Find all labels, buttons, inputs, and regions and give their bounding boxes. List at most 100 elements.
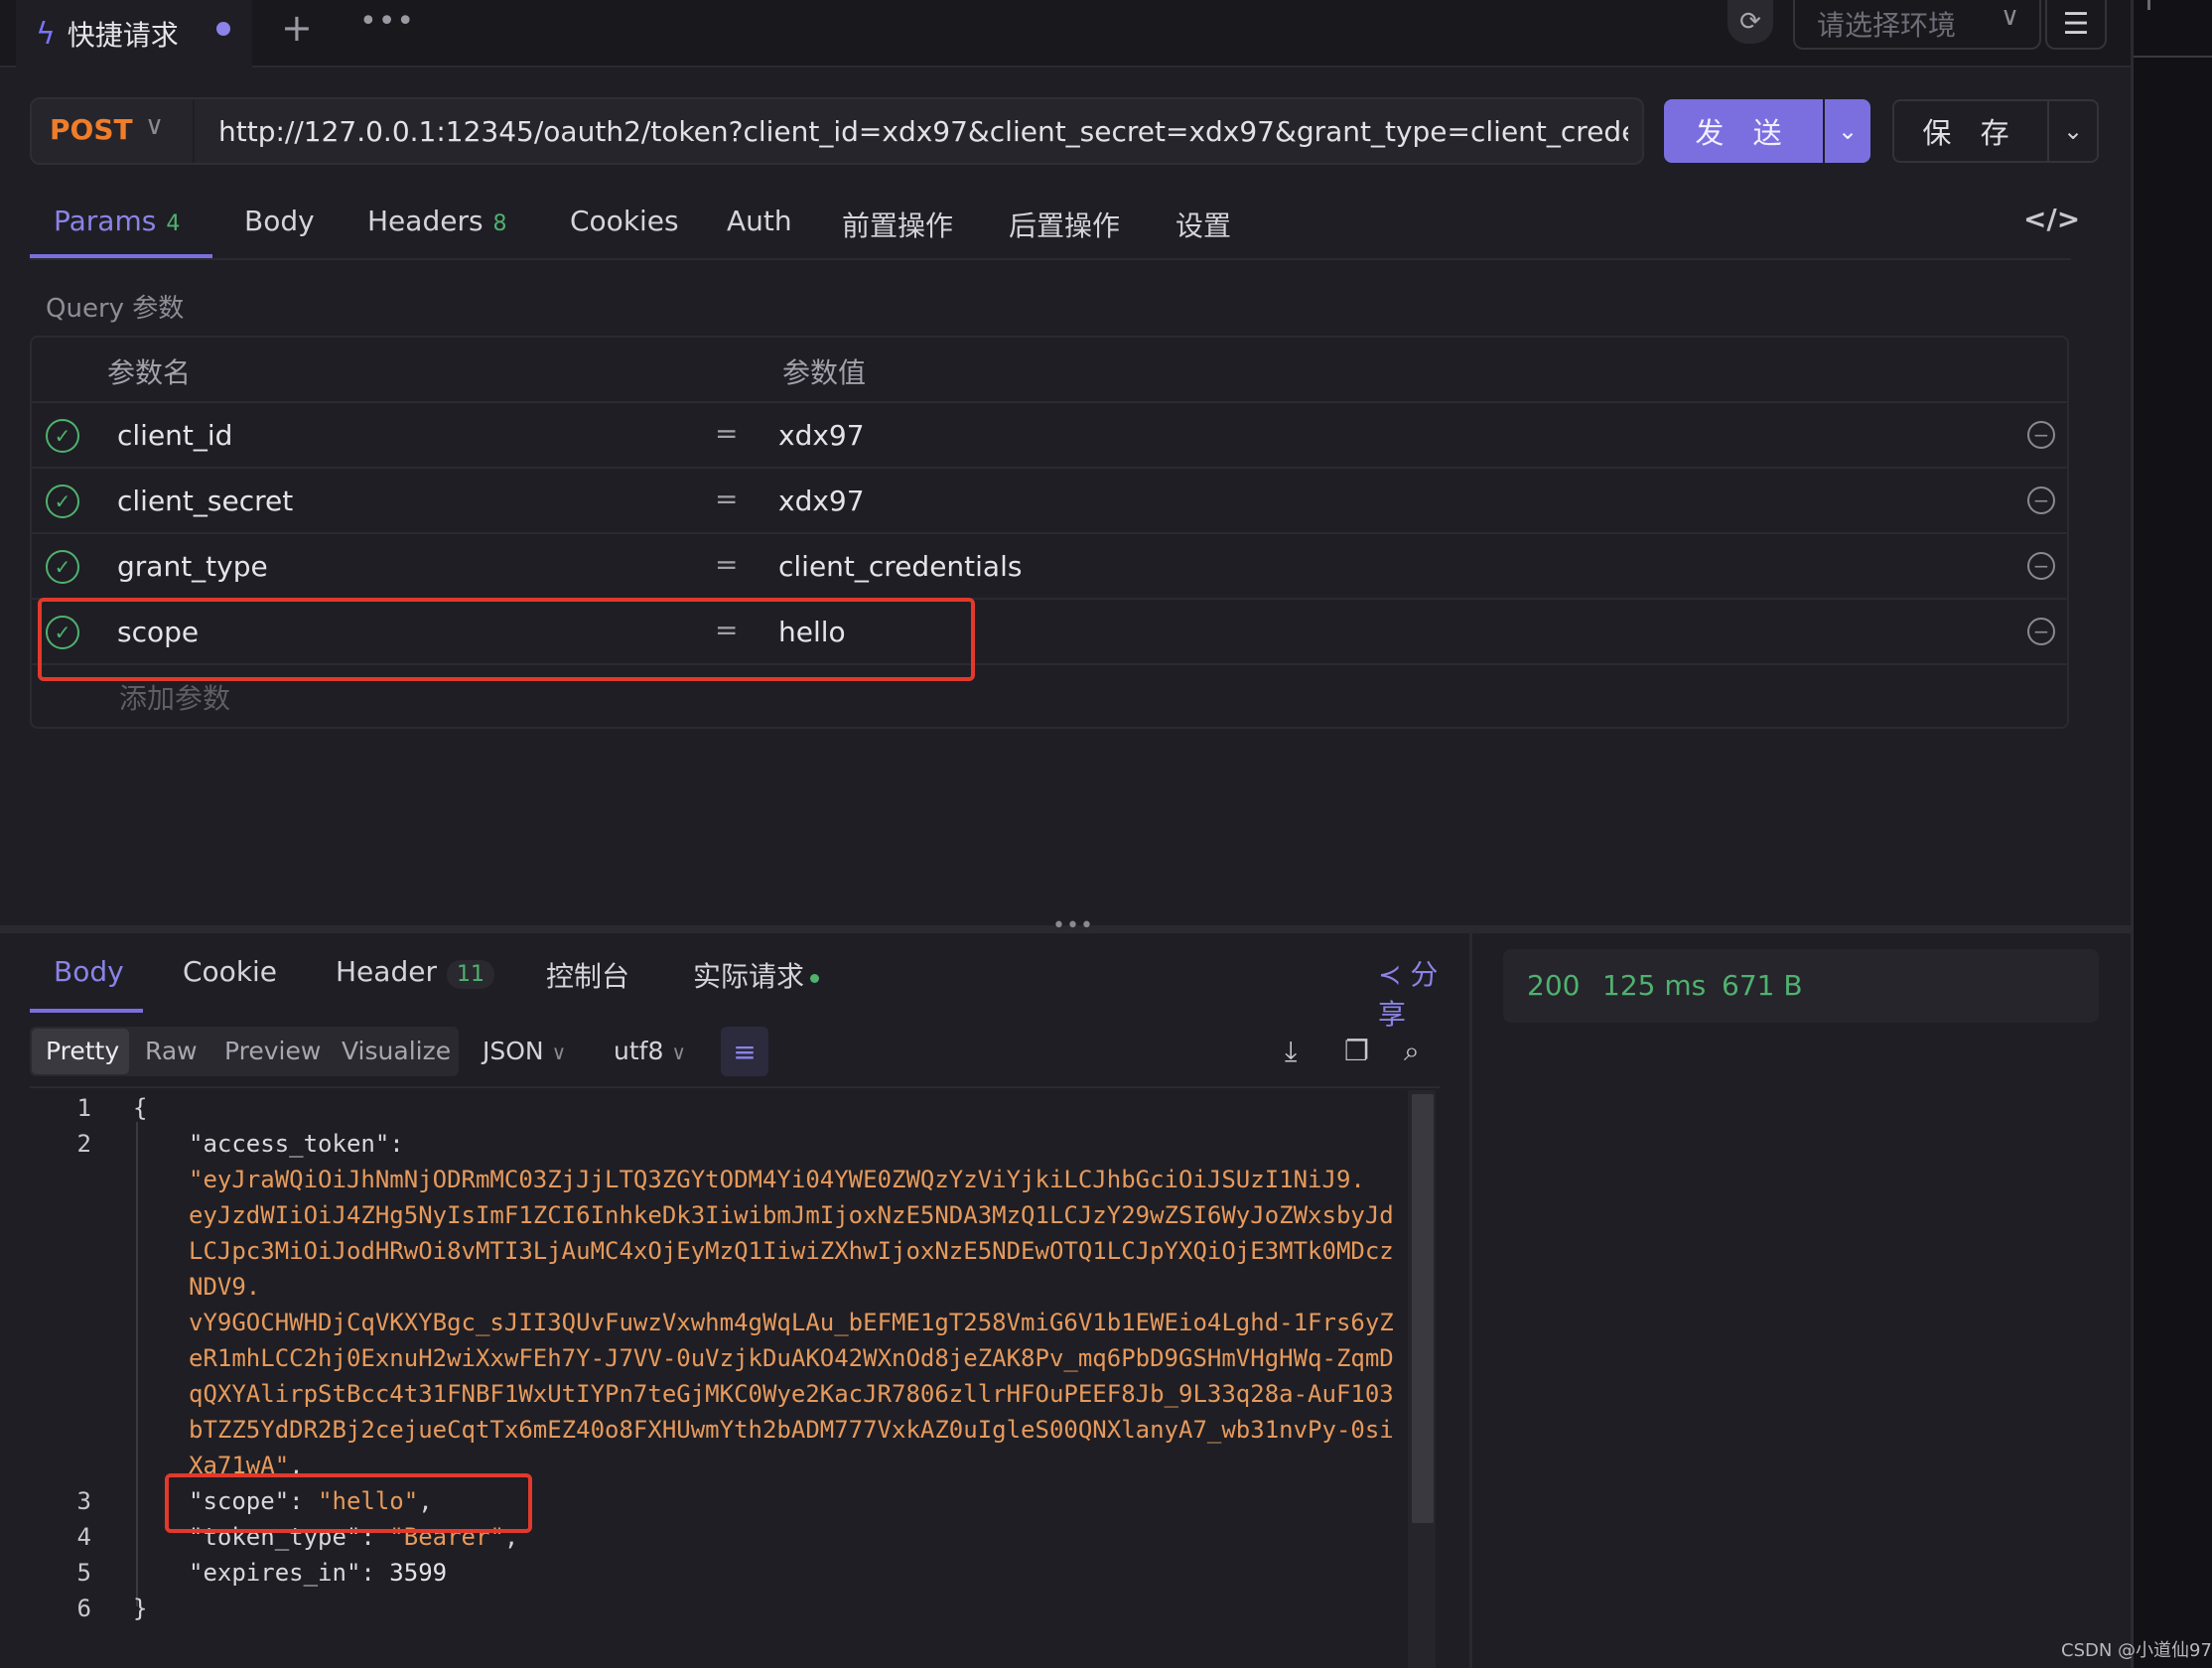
response-time: 125 ms [1602,969,1707,1002]
tab-response-body[interactable]: Body [54,955,124,988]
add-tab-plus-icon[interactable]: + [281,6,313,50]
unsaved-dot-icon [216,22,230,36]
remove-circle-icon[interactable]: − [2027,486,2055,514]
json-value: 3599 [389,1559,448,1587]
param-value[interactable]: xdx97 [778,419,865,452]
remove-circle-icon[interactable]: − [2027,618,2055,645]
download-icon[interactable]: ⤓ [1285,1035,1297,1068]
column-header-value: 参数值 [782,356,867,389]
tab-console[interactable]: 控制台 [546,955,629,995]
tab-label: Cookie [183,955,278,988]
method-divider [193,99,195,163]
send-button[interactable]: 发 送 [1664,99,1823,163]
json-key: "expires_in" [189,1559,361,1587]
check-circle-icon[interactable]: ✓ [46,419,79,453]
tab-bar: ϟ 快捷请求 + ••• ⟳ 请选择环境 ∨ ☰ [0,0,2131,68]
watermark-text: CSDN @小道仙97 [2061,1640,2212,1661]
tab-label: 控制台 [546,960,630,993]
view-mode-preview[interactable]: Preview [224,1037,321,1065]
share-button[interactable]: ≺ 分享 [1378,953,1440,1033]
remove-circle-icon[interactable]: − [2027,421,2055,449]
json-string-line: bTZZ5YdDR2Bj2cejueCqtTx6mEZ40o8FXHUwmYth… [189,1416,1394,1444]
format-select[interactable]: JSON ∨ [483,1037,566,1065]
response-size: 671 B [1722,969,1803,1002]
param-key[interactable]: client_id [117,419,232,452]
code-brace: { [133,1094,148,1122]
tab-pre-request[interactable]: 前置操作 [842,205,953,244]
tab-label: Auth [727,205,792,237]
status-code: 200 [1527,969,1581,1002]
remove-circle-icon[interactable]: − [2027,552,2055,580]
view-mode-pretty[interactable]: Pretty [46,1037,119,1065]
param-key[interactable]: client_secret [117,485,293,517]
json-string-line: eyJzdWIiOiJ4ZHg5NyIsImF1ZCI6InhkeDk3Iiwi… [189,1201,1394,1229]
json-key: "access_token" [189,1130,390,1158]
hamburger-menu-icon[interactable]: ☰ [2045,0,2107,50]
copy-icon[interactable]: ❐ [1344,1035,1369,1067]
save-dropdown-chevron-icon[interactable]: ⌄ [2049,99,2099,163]
tab-quick-request[interactable]: ϟ 快捷请求 [16,0,252,68]
param-value[interactable]: xdx97 [778,485,865,517]
environment-select[interactable]: 请选择环境 ∨ [1793,0,2041,50]
response-format-bar: Pretty Raw Preview Visualize JSON ∨ utf8 ∨… [30,1027,1440,1076]
environment-placeholder: 请选择环境 [1817,9,1957,42]
view-mode-raw[interactable]: Raw [145,1037,198,1065]
check-circle-icon[interactable]: ✓ [46,550,79,584]
params-table-header: 参数名 参数值 [32,338,2067,403]
line-number: 6 [76,1595,91,1622]
scrollbar-thumb[interactable] [1412,1094,1434,1523]
method-select[interactable]: POST [50,113,133,146]
refresh-icon[interactable]: ⟳ [1728,0,1773,44]
tab-cookies[interactable]: Cookies [570,205,679,237]
add-param-input[interactable]: 添加参数 [119,677,230,717]
tab-headers[interactable]: Headers 8 [367,205,507,237]
active-tab-underline [30,254,212,258]
tab-label: Body [244,205,315,237]
tab-post-request[interactable]: 后置操作 [1009,205,1120,244]
code-brackets-icon[interactable]: </> [2023,203,2080,235]
equals-sign: = [715,417,739,450]
line-number: 3 [76,1487,91,1515]
line-number: 4 [76,1523,91,1551]
chevron-down-icon: ∨ [2000,2,2019,32]
save-button[interactable]: 保 存 [1892,99,2049,163]
tab-label: 前置操作 [842,209,954,242]
url-input[interactable]: http://127.0.0.1:12345/oauth2/token?clie… [218,115,1628,148]
app-main: ϟ 快捷请求 + ••• ⟳ 请选择环境 ∨ ☰ POST ∨ http://1… [0,0,2131,1668]
active-tab-underline [30,1009,143,1013]
json-string-line: qQXYAlirpStBcc4t31FNBF1WxUtIYPn7teGjMKC0… [189,1380,1394,1408]
tab-response-header[interactable]: Header 11 [336,955,494,989]
code-brace: } [133,1595,148,1622]
tab-count: 11 [446,960,494,989]
tab-label: Body [54,955,124,988]
view-mode-visualize[interactable]: Visualize [342,1037,451,1065]
tab-actual-request[interactable]: 实际请求 [693,955,820,995]
send-dropdown-chevron-icon[interactable]: ⌄ [1825,99,1870,163]
search-icon[interactable]: ⌕ [1404,1035,1420,1068]
request-tabs: Params 4 Body Headers 8 Cookies Auth 前置操作 … [30,189,2080,260]
tab-params[interactable]: Params 4 [54,205,180,237]
line-number: 1 [76,1094,91,1122]
tab-settings[interactable]: 设置 [1175,205,1231,244]
tab-auth[interactable]: Auth [727,205,792,237]
format-value: JSON [483,1037,544,1065]
more-dots-icon[interactable]: ••• [359,4,415,39]
tab-label: Header [336,955,437,988]
tab-body[interactable]: Body [244,205,315,237]
json-string-line: eR1mhLCC2hj0ExnuH2wiXxwFEh7Y-J7VV-0uVzjk… [189,1344,1394,1372]
drag-handle-icon[interactable]: ••• [1052,913,1094,938]
tab-response-cookie[interactable]: Cookie [183,955,277,988]
word-wrap-icon[interactable]: ≡ [721,1027,768,1076]
encoding-select[interactable]: utf8 ∨ [614,1037,686,1065]
tab-count: 4 [166,211,181,236]
param-value[interactable]: client_credentials [778,550,1022,583]
chevron-down-icon: ∨ [551,1041,567,1064]
json-string-line: vY9GOCHWHDjCqVKXYBgc_sJII3QUvFuwzVxwhm4g… [189,1309,1394,1336]
json-string-line: "eyJraWQiOiJhNmNjODRmMC03ZjJjLTQ3ZGYtODM… [189,1166,1365,1193]
param-key[interactable]: grant_type [117,550,268,583]
tab-title: 快捷请求 [67,19,179,52]
chevron-down-icon[interactable]: ∨ [145,111,164,141]
tab-label: 设置 [1175,209,1232,242]
side-panel-edge [2131,0,2212,1668]
check-circle-icon[interactable]: ✓ [46,485,79,518]
